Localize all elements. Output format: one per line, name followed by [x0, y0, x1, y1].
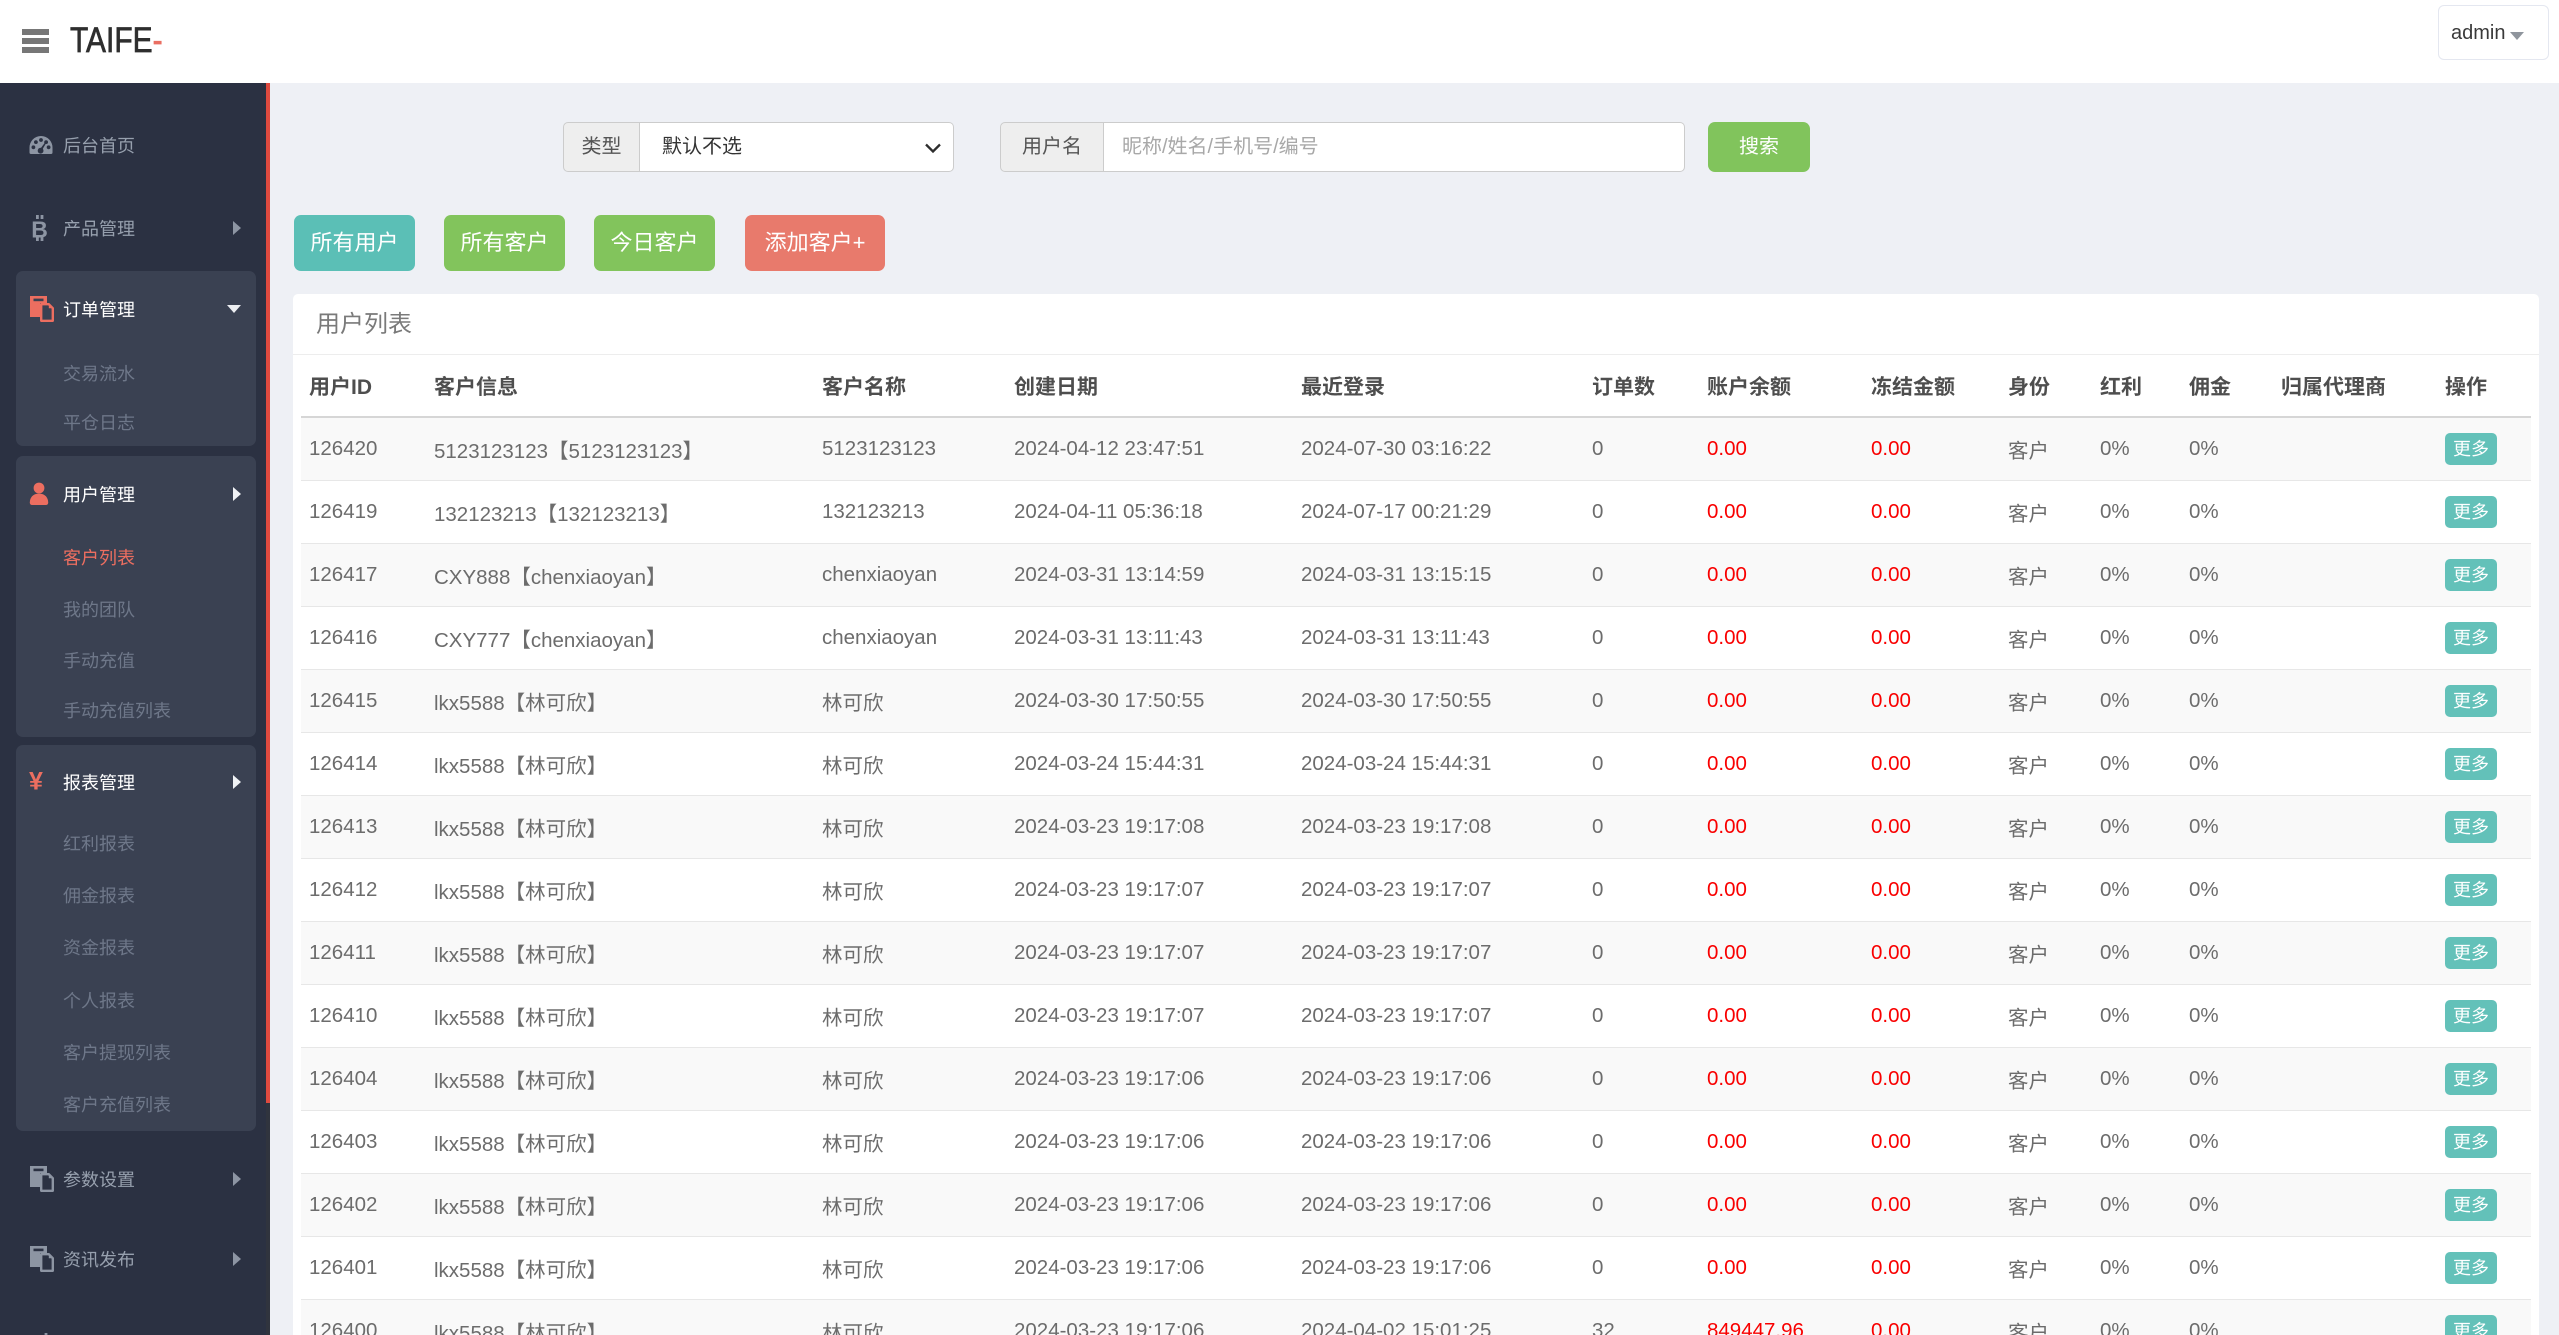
svg-text:B: B — [31, 217, 48, 242]
